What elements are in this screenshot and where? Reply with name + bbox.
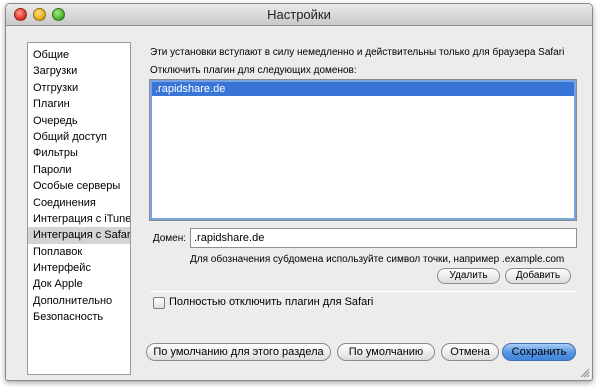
domain-row[interactable]: .rapidshare.de — [152, 82, 574, 96]
sidebar-item[interactable]: Очередь — [28, 113, 130, 129]
subdomain-hint: Для обозначения субдомена используйте си… — [190, 254, 565, 265]
sidebar-item[interactable]: Интеграция с Safari — [28, 227, 130, 244]
section-divider — [150, 291, 577, 292]
sidebar-item[interactable]: Соединения — [28, 195, 130, 211]
disable-plugin-checkbox[interactable] — [153, 297, 165, 309]
preferences-window: Настройки Общие Загрузки Отгрузки Плагин Оче… — [5, 3, 593, 381]
sidebar-item[interactable]: Интеграция с iTunes — [28, 211, 130, 227]
domain-field-label: Домен: — [152, 233, 186, 244]
sidebar-item[interactable]: Интерфейс — [28, 260, 130, 276]
settings-note: Эти установки вступают в силу немедленно… — [150, 47, 565, 58]
sidebar-item[interactable]: Поплавок — [28, 244, 130, 260]
sidebar-item[interactable]: Загрузки — [28, 63, 130, 79]
save-button[interactable]: Сохранить — [502, 343, 576, 361]
sidebar-item[interactable]: Фильтры — [28, 145, 130, 161]
sidebar-item[interactable]: Общие — [28, 47, 130, 63]
title-bar[interactable]: Настройки — [6, 4, 592, 26]
sidebar-item[interactable]: Безопасность — [28, 309, 130, 325]
preferences-sidebar: Общие Загрузки Отгрузки Плагин Очередь Общий … — [27, 42, 131, 375]
cancel-button[interactable]: Отмена — [441, 343, 499, 361]
sidebar-item[interactable]: Особые серверы — [28, 178, 130, 194]
add-domain-button[interactable]: Добавить — [505, 268, 571, 284]
domains-list-label: Отключить плагин для следующих доменов: — [150, 65, 357, 76]
sidebar-list: Общие Загрузки Отгрузки Плагин Очередь Общий … — [28, 43, 130, 326]
remove-domain-button[interactable]: Удалить — [437, 268, 500, 284]
sidebar-item[interactable]: Пароли — [28, 162, 130, 178]
disable-plugin-checkbox-label[interactable]: Полностью отключить плагин для Safari — [169, 296, 373, 308]
window-title: Настройки — [267, 7, 331, 22]
domains-list[interactable]: .rapidshare.de — [149, 79, 577, 221]
resize-grip-icon[interactable] — [579, 367, 590, 378]
defaults-button[interactable]: По умолчанию — [337, 343, 435, 361]
sidebar-item[interactable]: Док Apple — [28, 276, 130, 292]
section-defaults-button[interactable]: По умолчанию для этого раздела — [146, 343, 331, 361]
sidebar-item[interactable]: Плагин — [28, 96, 130, 112]
sidebar-item[interactable]: Отгрузки — [28, 80, 130, 96]
domain-input[interactable] — [190, 228, 577, 248]
sidebar-item[interactable]: Общий доступ — [28, 129, 130, 145]
sidebar-item[interactable]: Дополнительно — [28, 293, 130, 309]
